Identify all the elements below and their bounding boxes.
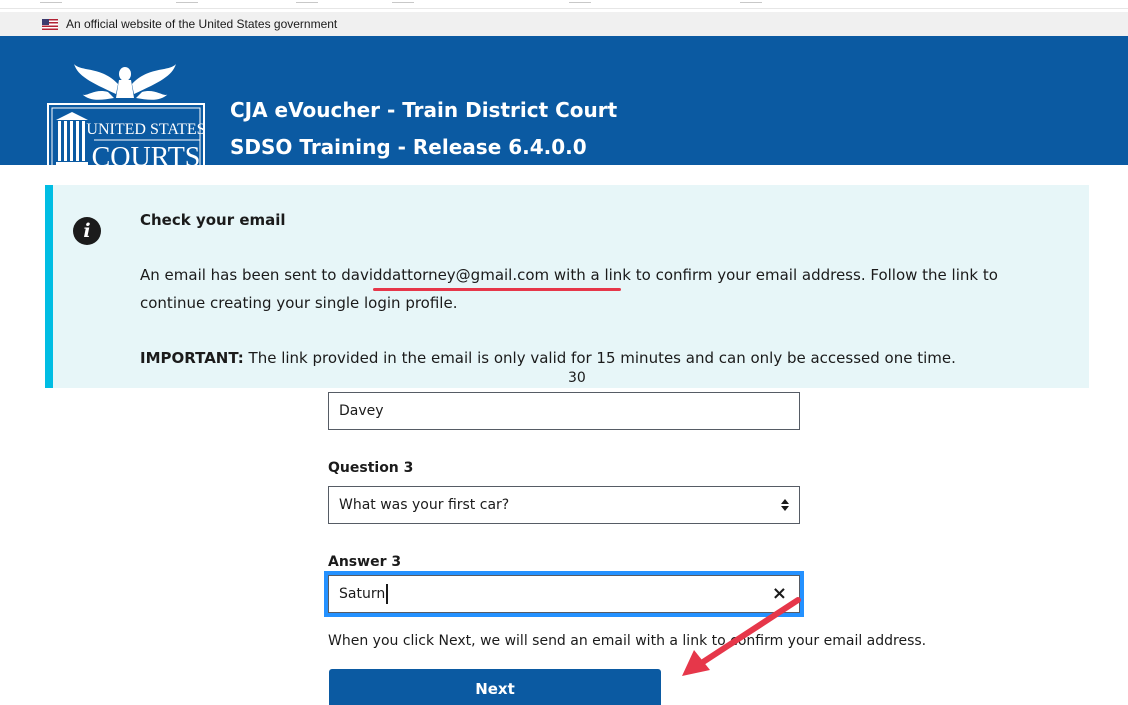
us-courts-logo[interactable]: UNITED STATES COURTS (46, 58, 206, 180)
helper-text: When you click Next, we will send an ema… (328, 633, 927, 649)
important-label: IMPORTANT: (140, 349, 244, 367)
answer-3-value: Saturn (339, 586, 386, 602)
top-rule (0, 8, 1128, 9)
next-button[interactable]: Next (329, 669, 661, 705)
select-arrows-icon (781, 499, 789, 511)
text-caret (386, 584, 389, 604)
top-tick-marks (0, 0, 1128, 6)
alert-title: Check your email (140, 211, 286, 229)
alert-important: IMPORTANT: The link provided in the emai… (140, 349, 956, 367)
answer-2-value: Davey (339, 403, 384, 419)
app-title: CJA eVoucher - Train District Court (230, 98, 618, 122)
question-3-value: What was your first car? (339, 497, 510, 513)
gov-banner: An official website of the United States… (0, 12, 1128, 36)
alert-body-line1: An email has been sent to daviddattorney… (140, 266, 998, 284)
us-flag-icon (42, 18, 58, 30)
app-subtitle: SDSO Training - Release 6.4.0.0 (230, 135, 587, 159)
page-number: 30 (568, 370, 586, 386)
check-email-alert: i Check your email An email has been sen… (45, 185, 1089, 388)
question-3-label: Question 3 (328, 460, 414, 476)
question-3-select[interactable]: What was your first car? (328, 486, 800, 524)
gov-banner-text: An official website of the United States… (66, 17, 338, 31)
annotation-arrow-icon (682, 597, 801, 676)
info-icon: i (73, 217, 101, 245)
answer-3-label: Answer 3 (328, 554, 402, 570)
answer-2-input[interactable]: Davey (328, 392, 800, 430)
logo-text-top: UNITED STATES (86, 121, 205, 138)
logo-text-bottom: COURTS (92, 142, 201, 173)
site-header: UNITED STATES COURTS CJA eVoucher - Trai… (0, 36, 1128, 180)
important-text: The link provided in the email is only v… (243, 349, 956, 367)
alert-body-line2: continue creating your single login prof… (140, 294, 458, 312)
header-titles: CJA eVoucher - Train District Court SDSO… (230, 92, 617, 166)
email-annotation-underline (373, 288, 621, 291)
